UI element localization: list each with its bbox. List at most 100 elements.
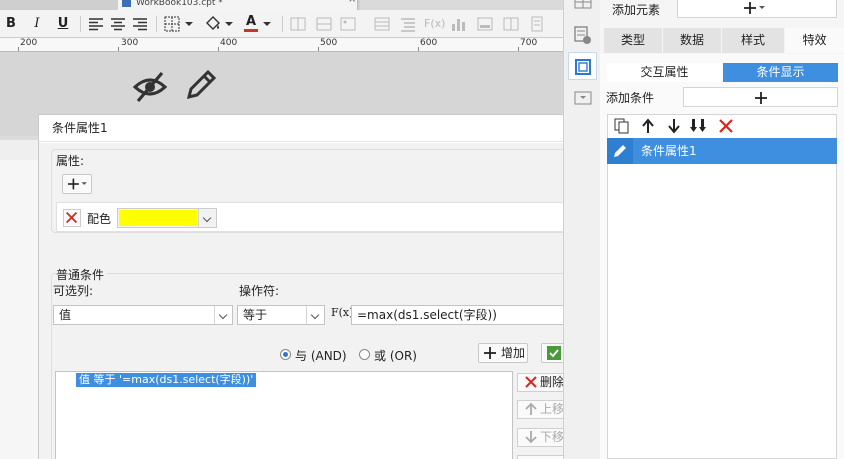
merge-cells-icon[interactable]	[290, 13, 306, 35]
insert-sheet-icon[interactable]	[476, 13, 494, 35]
delete-x-icon	[66, 212, 78, 224]
copy-icon[interactable]	[614, 118, 630, 134]
list-format-icon[interactable]	[400, 13, 416, 35]
condition-widget-button[interactable]	[568, 52, 597, 80]
toolbar-divider	[282, 16, 283, 32]
dialog-body: 属性: 配色 普通条件 可选列: 操作符: 值 等于 F(x) =max(ds1…	[39, 143, 605, 459]
plus-icon	[68, 178, 87, 190]
dropdown-widget-icon[interactable]	[574, 91, 592, 105]
report-widget-icon[interactable]	[573, 25, 593, 45]
page-break-icon[interactable]	[528, 13, 546, 35]
and-radio[interactable]	[280, 349, 291, 360]
ruler-tick	[218, 47, 219, 51]
attributes-group: 属性: 配色	[51, 149, 595, 233]
plus-icon	[744, 2, 765, 14]
or-radio[interactable]	[359, 349, 370, 360]
subtab-interaction[interactable]: 交互属性	[607, 63, 722, 82]
ruler-tick	[418, 47, 419, 51]
split-cells-icon[interactable]	[316, 13, 332, 35]
formula-input[interactable]: =max(ds1.select(字段))	[351, 305, 591, 325]
file-tab-label: WorkBook103.cpt *	[136, 0, 223, 8]
add-attribute-button[interactable]	[62, 174, 92, 194]
column-select[interactable]: 值	[53, 305, 233, 325]
operator-select[interactable]: 等于	[237, 305, 325, 325]
edit-pencil-icon[interactable]	[607, 138, 633, 164]
close-tab-icon[interactable]: ×	[348, 0, 356, 5]
ruler-tick	[518, 47, 519, 51]
file-tab[interactable]: WorkBook103.cpt * ×	[118, 0, 358, 10]
formula-input-value: =max(ds1.select(字段))	[357, 308, 497, 322]
sub-report-icon[interactable]	[502, 13, 520, 35]
formula-icon[interactable]: F(x)	[424, 13, 445, 35]
align-center-icon[interactable]	[110, 13, 126, 35]
arrow-down-icon	[525, 431, 537, 444]
add-condition-label: 增加	[501, 346, 526, 360]
edit-pencil-icon[interactable]	[184, 68, 218, 102]
table-widget-icon[interactable]	[574, 0, 592, 10]
file-icon	[122, 0, 131, 7]
ruler-mark: 700	[520, 38, 538, 48]
plus-icon	[755, 92, 767, 104]
file-tab-strip: WorkBook103.cpt * ×	[0, 0, 563, 10]
color-picker[interactable]	[117, 208, 217, 228]
add-condition-panel-label: 添加条件	[606, 91, 655, 105]
insert-row-icon[interactable]	[374, 13, 390, 35]
move-to-bottom-icon[interactable]	[690, 118, 708, 134]
remove-attribute-button[interactable]	[63, 209, 81, 227]
add-condition-panel-button[interactable]	[683, 87, 838, 107]
tab-data[interactable]: 数据	[663, 28, 721, 53]
condition-attribute-dialog: 条件属性1 属性: 配色 普通条件 可选列: 操作符: 值 等于 F(x) =m…	[38, 114, 606, 459]
ruler-tick	[118, 47, 119, 51]
condition-group-label: 普通条件	[56, 266, 108, 283]
arrow-up-icon[interactable]	[640, 118, 656, 134]
border-icon[interactable]	[164, 13, 194, 35]
ruler-mark: 200	[20, 38, 38, 48]
subtab-condition-display[interactable]: 条件显示	[723, 63, 838, 82]
condition-list[interactable]: 值 等于 '=max(ds1.select(字段))'	[55, 371, 513, 459]
chevron-down-icon[interactable]	[262, 13, 272, 35]
insert-image-icon[interactable]	[340, 13, 356, 35]
ruler-mark: 400	[220, 38, 238, 48]
move-down-label: 下移	[540, 430, 565, 444]
chevron-down-icon[interactable]	[306, 306, 324, 324]
ruler-mark: 500	[320, 38, 338, 48]
tab-type[interactable]: 类型	[604, 28, 662, 53]
condition-list-item[interactable]: 条件属性1	[607, 138, 837, 164]
modify-icon	[547, 346, 561, 360]
visibility-off-icon[interactable]	[132, 70, 168, 104]
toolbar-divider	[156, 16, 157, 32]
horizontal-ruler: 200 300 400 500 600 700	[0, 38, 563, 52]
font-color-button[interactable]: A	[244, 13, 258, 32]
condition-list-item[interactable]: 值 等于 '=max(ds1.select(字段))'	[76, 373, 257, 387]
plus-icon	[484, 347, 496, 359]
condition-list-panel	[607, 114, 837, 459]
add-element-label: 添加元素	[612, 3, 661, 17]
align-right-icon[interactable]	[132, 13, 148, 35]
column-select-value: 值	[59, 308, 72, 322]
and-radio-label: 与 (AND)	[295, 349, 347, 363]
operator-select-value: 等于	[243, 308, 268, 322]
align-left-icon[interactable]	[88, 13, 104, 35]
toolbar-divider	[80, 16, 81, 32]
attributes-label: 属性:	[56, 154, 85, 168]
chevron-down-icon[interactable]	[198, 209, 216, 227]
tab-style[interactable]: 样式	[722, 28, 784, 53]
widget-icon-strip	[563, 0, 600, 459]
arrow-up-icon	[525, 402, 537, 415]
italic-button[interactable]: I	[30, 13, 44, 35]
ruler-mark: 300	[121, 38, 139, 48]
column-label: 可选列:	[53, 284, 94, 298]
add-condition-button[interactable]: 增加	[478, 343, 528, 363]
insert-chart-icon[interactable]	[450, 13, 468, 35]
sheet-header	[0, 140, 40, 162]
bold-button[interactable]: B	[4, 13, 18, 35]
arrow-down-icon[interactable]	[666, 118, 682, 134]
tab-effects[interactable]: 特效	[785, 28, 844, 53]
delete-x-icon[interactable]	[718, 118, 734, 134]
fill-color-icon[interactable]	[204, 13, 234, 35]
underline-button[interactable]: U	[56, 13, 70, 35]
add-element-button[interactable]	[677, 0, 837, 18]
properties-panel: 添加元素 类型 数据 样式 特效 交互属性 条件显示 添加条件 条件属性1	[600, 0, 844, 459]
format-toolbar: B I U A F(x)	[0, 10, 563, 38]
chevron-down-icon[interactable]	[214, 306, 232, 324]
